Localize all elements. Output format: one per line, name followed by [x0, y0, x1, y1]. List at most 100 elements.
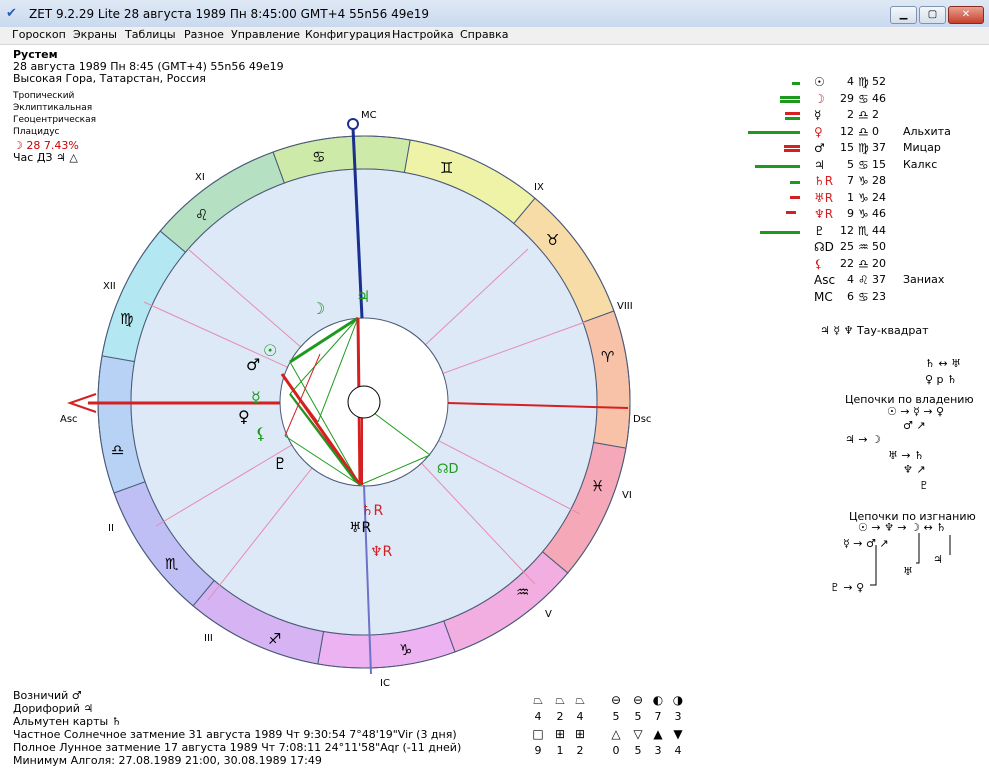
planet-degree: 2	[847, 108, 854, 121]
aspect-config-icon: □	[532, 727, 544, 741]
aspect-config-count: 4	[576, 710, 584, 723]
planet-glyph: ☉	[814, 75, 825, 89]
planet-minute: 46	[872, 207, 886, 220]
strength-bar	[785, 117, 800, 120]
planet-sign: ♎	[858, 256, 869, 271]
aspect-config-count: 5	[612, 710, 620, 723]
planet-glyph: Asc	[814, 273, 836, 287]
aspect-config-icon: △	[611, 727, 621, 741]
menu-misc[interactable]: Разное	[184, 28, 224, 41]
planet-degree: 12	[840, 124, 854, 138]
strength-bar	[792, 82, 800, 85]
asc-label: Asc	[60, 414, 78, 425]
house-12-label: XII	[103, 281, 116, 292]
fixed-star-name: Заниах	[903, 273, 945, 286]
aspect-config-count: 9	[534, 744, 542, 757]
planet-minute: 23	[872, 289, 886, 303]
planet-sign: ♑	[858, 190, 869, 205]
aspect-config-icon: ▽	[633, 727, 643, 741]
planet-degree: 6	[847, 289, 854, 303]
mercury-glyph: ☿	[251, 388, 261, 407]
menu-control[interactable]: Управление	[231, 28, 300, 41]
planet-sign: ♎	[858, 124, 869, 139]
planet-degree: 4	[847, 75, 854, 88]
planet-glyph: ♆R	[814, 207, 834, 221]
minimize-icon: ▁	[899, 9, 908, 20]
planet-glyph: ☽	[814, 91, 825, 106]
relation-1: ♄ ↔ ♅	[925, 357, 961, 370]
aspect-config-icon: ⏢	[575, 693, 585, 707]
menu-configuration[interactable]: Конфигурация	[305, 28, 391, 41]
lilith-glyph: ⚸	[255, 424, 267, 443]
planet-minute: 37	[872, 141, 886, 154]
aspect-config-icon: ⊖	[610, 693, 622, 707]
aspect-config-count: 0	[612, 744, 620, 757]
menu-bar: Гороскоп Экраны Таблицы Разное Управлени…	[0, 27, 989, 45]
saturn-glyph: ♄R	[361, 503, 384, 519]
sign-cancer-glyph: ♋	[312, 148, 325, 166]
planet-glyph: ☊D	[814, 240, 834, 254]
minimize-button[interactable]: ▁	[890, 6, 917, 24]
solar-eclipse-line: Частное Солнечное затмение 31 августа 19…	[13, 728, 457, 741]
planet-sign: ♍	[858, 75, 869, 89]
planet-sign: ♋	[858, 91, 869, 106]
almuten-line: Альмутен карты ♄	[13, 715, 122, 728]
planet-glyph: ♅R	[814, 190, 834, 205]
weakness-bar	[784, 149, 800, 152]
aspect-config-icon: ▲	[653, 727, 663, 741]
planet-minute: 52	[872, 75, 886, 88]
menu-screens[interactable]: Экраны	[73, 28, 117, 41]
planet-sign: ♋	[858, 157, 869, 172]
uranus-glyph: ♅R	[349, 520, 372, 536]
sign-aquarius-glyph: ♒	[516, 583, 529, 601]
rulership-chain-4: ♅ → ♄	[888, 449, 924, 462]
aspect-config-icon: ⊞	[554, 727, 566, 741]
maximize-button[interactable]: ▢	[919, 6, 946, 24]
aspect-config-count: 4	[534, 710, 542, 723]
house-8-label: VIII	[617, 301, 633, 312]
jupiter-glyph: ♃	[356, 287, 370, 306]
aspect-config-count: 1	[556, 744, 564, 757]
fixed-star-name: Мицар	[903, 141, 941, 154]
rulership-chain-6: ♇	[919, 479, 929, 492]
planet-minute: 50	[872, 240, 886, 253]
rulership-chain-1: ☉ → ☿ → ♀	[887, 405, 945, 418]
aspect-config-icon: ⊞	[574, 727, 586, 741]
sign-libra-glyph: ♎	[111, 441, 124, 459]
planet-sign: ♎	[858, 108, 869, 122]
menu-settings[interactable]: Настройка	[392, 28, 454, 41]
pluto-glyph: ♇	[273, 454, 287, 473]
aspect-config-count: 3	[674, 710, 682, 723]
planet-sign: ♑	[858, 207, 869, 221]
close-button[interactable]: ✕	[948, 6, 984, 24]
tau-square-label: ♃ ☿ ♆ Тау-квадрат	[820, 324, 929, 337]
maximize-icon: ▢	[927, 9, 938, 20]
strength-bar	[790, 181, 800, 184]
rulership-chain-2: ♂ ↗	[903, 419, 926, 432]
planet-minute: 46	[872, 91, 886, 105]
chart-wheel[interactable]: MC IC Asc Dsc XI IX XII VIII II VI III V…	[0, 44, 720, 694]
sign-sagittarius-glyph: ♐	[268, 630, 281, 648]
weakness-bar	[784, 145, 800, 148]
menu-horoscope[interactable]: Гороскоп	[12, 28, 66, 41]
ic-label: IC	[380, 678, 390, 689]
planet-sign: ♒	[858, 240, 869, 254]
aspect-config-count: 5	[634, 710, 642, 723]
planet-sign: ♏	[858, 223, 869, 238]
charioteer-line: Возничий ♂	[13, 689, 82, 702]
menu-tables[interactable]: Таблицы	[125, 28, 176, 41]
planet-degree: 7	[847, 174, 854, 187]
app-icon: ✔	[6, 6, 17, 21]
menu-help[interactable]: Справка	[460, 28, 508, 41]
planet-minute: 2	[872, 108, 879, 121]
house-2-label: II	[108, 523, 114, 534]
weakness-bar	[785, 112, 800, 115]
mars-glyph: ♂	[246, 355, 260, 374]
planet-glyph: ♇	[814, 223, 825, 238]
aspect-config-icon: ⏢	[533, 693, 543, 707]
sign-leo-glyph: ♌	[195, 206, 208, 224]
house-5-label: V	[545, 609, 552, 620]
relation-2: ♀ p ♄	[925, 373, 957, 386]
house-6-label: VI	[622, 490, 632, 501]
planet-degree: 4	[847, 273, 854, 286]
